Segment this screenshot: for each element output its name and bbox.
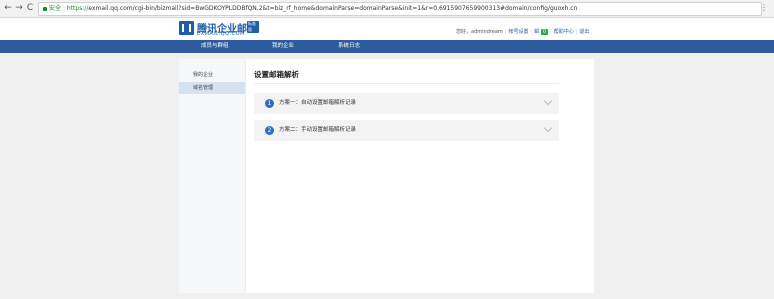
nav-members-groups[interactable]: 成员与群组 xyxy=(201,40,229,53)
step-number-icon: 2 xyxy=(265,126,274,135)
user-greeting: 您好，admindream xyxy=(456,29,503,35)
plan-label: 方案一：自动设置邮箱解析记录 xyxy=(279,100,357,106)
reload-icon[interactable]: C xyxy=(25,3,35,13)
back-icon[interactable]: ← xyxy=(3,3,13,13)
address-bar[interactable]: 安全 | https://exmail.qq.com/cgi-bin/bizma… xyxy=(38,2,762,16)
mail-count-badge[interactable]: 0 xyxy=(540,29,548,35)
content-card: 我的企业 域名管理 设置邮箱解析 1 方案一：自动设置邮箱解析记录 2 方案二：… xyxy=(179,59,594,293)
secure-label: 安全 xyxy=(49,5,62,12)
plan-manual-accordion[interactable]: 2 方案二：手动设置邮箱解析记录 xyxy=(254,120,559,141)
user-area: 您好，admindream | 帐号设置 | 邮 0 | 帮助中心 | 退出 xyxy=(456,29,590,35)
logo-en-text: EXMAIL.QQ.COM xyxy=(197,31,245,37)
separator: | xyxy=(62,5,65,12)
step-number-icon: 1 xyxy=(265,99,274,108)
logo[interactable]: 腾讯企业邮 EXMAIL.QQ.COM 标准版 xyxy=(179,20,259,38)
chevron-down-icon[interactable] xyxy=(543,96,553,106)
url-text: https://exmail.qq.com/cgi-bin/bizmail?si… xyxy=(67,5,578,12)
sidebar-item-domain-management[interactable]: 域名管理 xyxy=(179,82,245,94)
page-header xyxy=(0,18,774,40)
main-nav: 成员与群组 我的企业 系统日志 xyxy=(0,40,774,53)
lock-icon xyxy=(43,6,47,11)
forward-icon[interactable]: → xyxy=(14,3,24,13)
chevron-down-icon[interactable] xyxy=(543,123,553,133)
page-title: 设置邮箱解析 xyxy=(254,70,299,79)
mail-icon[interactable]: 邮 xyxy=(534,29,539,35)
logo-mark-icon xyxy=(179,21,194,35)
browser-toolbar: ← → C 安全 | https://exmail.qq.com/cgi-bin… xyxy=(0,0,774,18)
edition-badge: 标准版 xyxy=(247,21,259,33)
sidebar: 我的企业 域名管理 xyxy=(179,59,246,293)
plan-auto-accordion[interactable]: 1 方案一：自动设置邮箱解析记录 xyxy=(254,93,559,114)
divider xyxy=(254,83,559,84)
account-settings-link[interactable]: 帐号设置 xyxy=(509,29,529,35)
nav-system-log[interactable]: 系统日志 xyxy=(338,40,360,53)
url-path: exmail.qq.com/cgi-bin/bizmail?sid=BwGDKO… xyxy=(88,5,578,12)
logout-link[interactable]: 退出 xyxy=(579,29,589,35)
sidebar-item-my-enterprise[interactable]: 我的企业 xyxy=(179,69,245,81)
nav-my-enterprise[interactable]: 我的企业 xyxy=(272,40,294,53)
plan-label: 方案二：手动设置邮箱解析记录 xyxy=(279,127,357,133)
help-link[interactable]: 帮助中心 xyxy=(554,29,574,35)
browser-menu-icon[interactable]: ⋮ xyxy=(760,3,768,12)
url-protocol: https:// xyxy=(66,5,89,12)
